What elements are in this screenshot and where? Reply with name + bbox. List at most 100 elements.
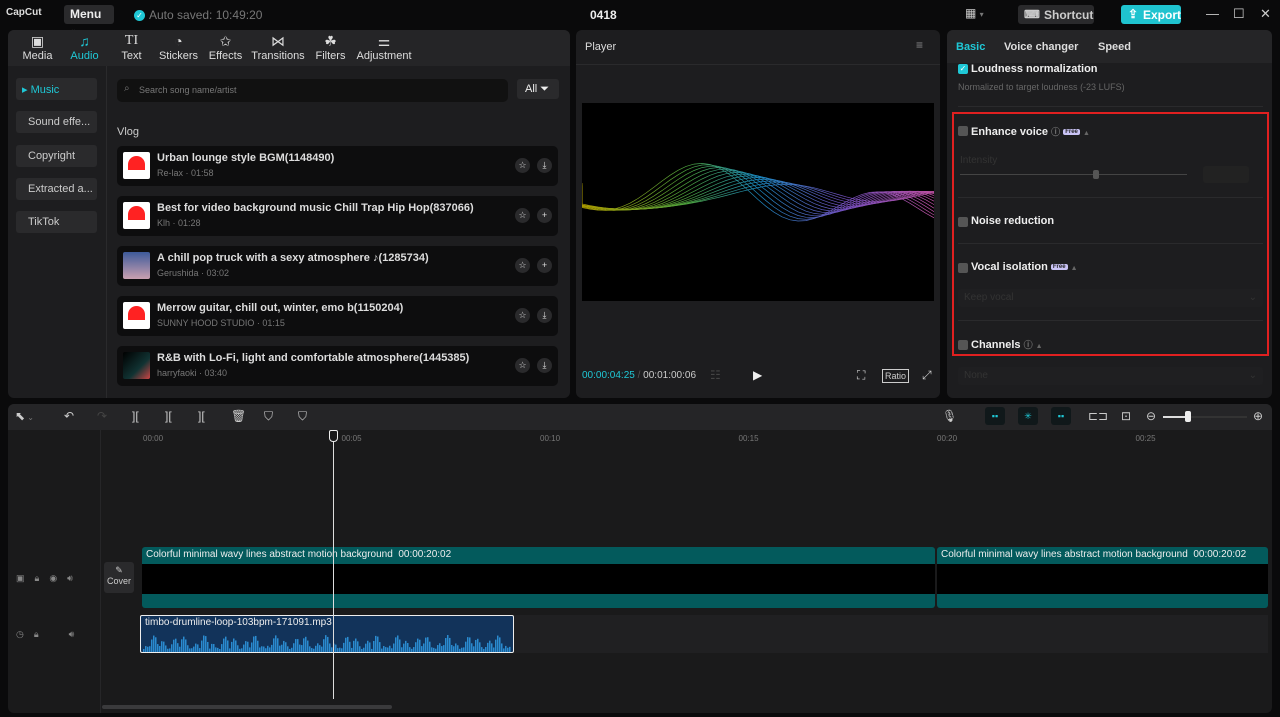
tab-transitions[interactable]: ⋈ Transitions <box>249 30 307 66</box>
ratio-button[interactable]: Ratio <box>882 369 910 383</box>
play-button[interactable]: ▶ <box>753 368 762 382</box>
tab-audio[interactable]: ♫ Audio <box>61 30 108 66</box>
add-icon[interactable]: + <box>537 258 552 273</box>
tab-voice-changer[interactable]: Voice changer <box>1004 41 1078 53</box>
song-item[interactable]: Urban lounge style BGM(1148490) Re-lax ·… <box>117 146 558 186</box>
channels-select[interactable]: None ⌄ <box>958 367 1263 385</box>
download-icon[interactable]: ⤓ <box>537 308 552 323</box>
menu-icon[interactable]: ≡ <box>916 38 923 52</box>
preview-axis-icon[interactable]: ⊏⊐ <box>1088 409 1108 423</box>
favorite-star-icon[interactable]: ☆ <box>515 158 530 173</box>
volume-icon[interactable]: 🔊︎ <box>69 629 75 640</box>
loudness-checkbox[interactable]: ✓ <box>958 64 968 74</box>
category-copyright[interactable]: Copyright <box>16 145 97 167</box>
vocal-isolation-checkbox[interactable] <box>958 263 968 273</box>
download-icon[interactable]: ⤓ <box>537 358 552 373</box>
song-thumbnail <box>123 302 150 329</box>
lock-icon[interactable]: 🔒︎ <box>34 629 39 640</box>
undo-icon[interactable]: ↶ <box>64 409 74 423</box>
category-sound-effects[interactable]: Sound effe... <box>16 111 97 133</box>
waveform-bar <box>379 642 381 652</box>
close-icon[interactable]: ✕ <box>1260 6 1271 22</box>
help-icon[interactable]: ⓘ <box>1051 127 1060 137</box>
favorite-star-icon[interactable]: ☆ <box>515 258 530 273</box>
export-button[interactable]: ⇪ Export <box>1121 5 1181 24</box>
noise-reduction-checkbox[interactable] <box>958 217 968 227</box>
song-item[interactable]: Best for video background music Chill Tr… <box>117 196 558 236</box>
waveform-bar <box>285 642 287 652</box>
category-tiktok[interactable]: TikTok <box>16 211 97 233</box>
enhance-voice-checkbox[interactable] <box>958 126 968 136</box>
playhead-handle[interactable] <box>329 430 338 442</box>
search-input[interactable]: ⌕ Search song name/artist <box>117 79 508 102</box>
caret-up-icon[interactable]: ▲ <box>1036 343 1043 350</box>
cover-button[interactable]: ✎ Cover <box>104 562 134 593</box>
grid-icon[interactable]: ☷ <box>710 368 721 382</box>
zoom-slider[interactable] <box>1163 416 1247 418</box>
waveform-bar <box>287 646 289 652</box>
tab-label: Media <box>22 50 53 62</box>
song-item[interactable]: A chill pop truck with a sexy atmosphere… <box>117 246 558 286</box>
filter-button[interactable]: All ⏷ <box>517 79 559 99</box>
shortcut-button[interactable]: ⌨ Shortcut <box>1018 5 1094 24</box>
favorite-star-icon[interactable]: ☆ <box>515 358 530 373</box>
channels-checkbox[interactable] <box>958 340 968 350</box>
add-icon[interactable]: + <box>537 208 552 223</box>
zoom-fit-icon[interactable]: ⊡ <box>1121 409 1131 423</box>
tab-adjustment[interactable]: ⚌ Adjustment <box>354 30 414 66</box>
zoom-in-icon[interactable]: ⊕ <box>1253 409 1263 423</box>
tab-media[interactable]: ▣ Media <box>14 30 61 66</box>
tab-effects[interactable]: ✩ Effects <box>202 30 249 66</box>
zoom-handle[interactable] <box>1185 411 1192 422</box>
eye-icon[interactable]: ◉ <box>49 573 57 584</box>
tab-text[interactable]: TI Text <box>108 30 155 66</box>
volume-icon[interactable]: 🔊︎ <box>67 573 73 584</box>
trim-left-icon[interactable]: ][ <box>165 409 172 423</box>
lock-icon[interactable]: 🔒︎ <box>35 573 40 584</box>
song-item[interactable]: R&B with Lo-Fi, light and comfortable at… <box>117 346 558 386</box>
minimize-icon[interactable]: — <box>1206 6 1219 21</box>
delete-icon[interactable]: 🗑 <box>231 409 246 423</box>
favorite-star-icon[interactable]: ☆ <box>515 308 530 323</box>
intensity-slider[interactable] <box>960 174 1187 175</box>
vocal-mode-select[interactable]: Keep vocal ⌄ <box>958 289 1263 307</box>
caret-up-icon[interactable]: ▲ <box>1083 130 1090 137</box>
tab-stickers[interactable]: ◔ Stickers <box>155 30 202 66</box>
slider-handle[interactable] <box>1093 170 1100 179</box>
tab-basic[interactable]: Basic <box>956 41 985 53</box>
audio-clip[interactable]: timbo-drumline-loop-103bpm-171091.mp3 <box>140 615 514 653</box>
zoom-out-icon[interactable]: ⊖ <box>1146 409 1156 423</box>
waveform-bar <box>159 645 161 652</box>
trim-right-icon[interactable]: ][ <box>198 409 205 423</box>
player-title: Player <box>585 41 617 53</box>
auto-snap-button[interactable]: ✳ <box>1018 407 1038 425</box>
video-clip[interactable]: Colorful minimal wavy lines abstract mot… <box>937 547 1268 608</box>
help-icon[interactable]: ⓘ <box>1024 340 1033 350</box>
download-icon[interactable]: ⤓ <box>537 158 552 173</box>
layout-icon[interactable]: ▦ ▾ <box>965 6 984 20</box>
song-item[interactable]: Merrow guitar, chill out, winter, emo b(… <box>117 296 558 336</box>
category-extracted-audio[interactable]: Extracted a... <box>16 178 97 200</box>
linkage-button[interactable]: ▪▪ <box>1051 407 1071 425</box>
tab-filters[interactable]: ☘ Filters <box>307 30 354 66</box>
redo-icon[interactable]: ↷ <box>97 409 107 423</box>
fit-icon[interactable]: ⛶ <box>857 368 865 383</box>
playhead[interactable] <box>333 432 334 699</box>
video-clip[interactable]: Colorful minimal wavy lines abstract mot… <box>142 547 935 608</box>
maximize-icon[interactable]: ☐ <box>1233 6 1245 22</box>
marker-add-icon[interactable]: ⛉ <box>264 409 273 424</box>
split-icon[interactable]: ][ <box>132 409 139 423</box>
intensity-value-input[interactable] <box>1203 166 1249 183</box>
marker-icon[interactable]: ⛉ <box>298 409 307 424</box>
category-music[interactable]: ▸ Music <box>16 78 97 100</box>
caret-up-icon[interactable]: ▲ <box>1071 265 1078 272</box>
main-track-magnet-button[interactable]: ▪▪ <box>985 407 1005 425</box>
menu-button[interactable]: Menu ⌄ <box>64 5 114 34</box>
horizontal-scrollbar[interactable] <box>102 705 392 709</box>
fullscreen-icon[interactable]: ⤢ <box>922 368 932 383</box>
select-tool-icon[interactable]: ⬉ ⌄ <box>15 409 34 423</box>
favorite-star-icon[interactable]: ☆ <box>515 208 530 223</box>
microphone-icon[interactable]: 🎙 <box>942 409 957 423</box>
tab-speed[interactable]: Speed <box>1098 41 1131 53</box>
video-preview[interactable] <box>581 103 935 301</box>
